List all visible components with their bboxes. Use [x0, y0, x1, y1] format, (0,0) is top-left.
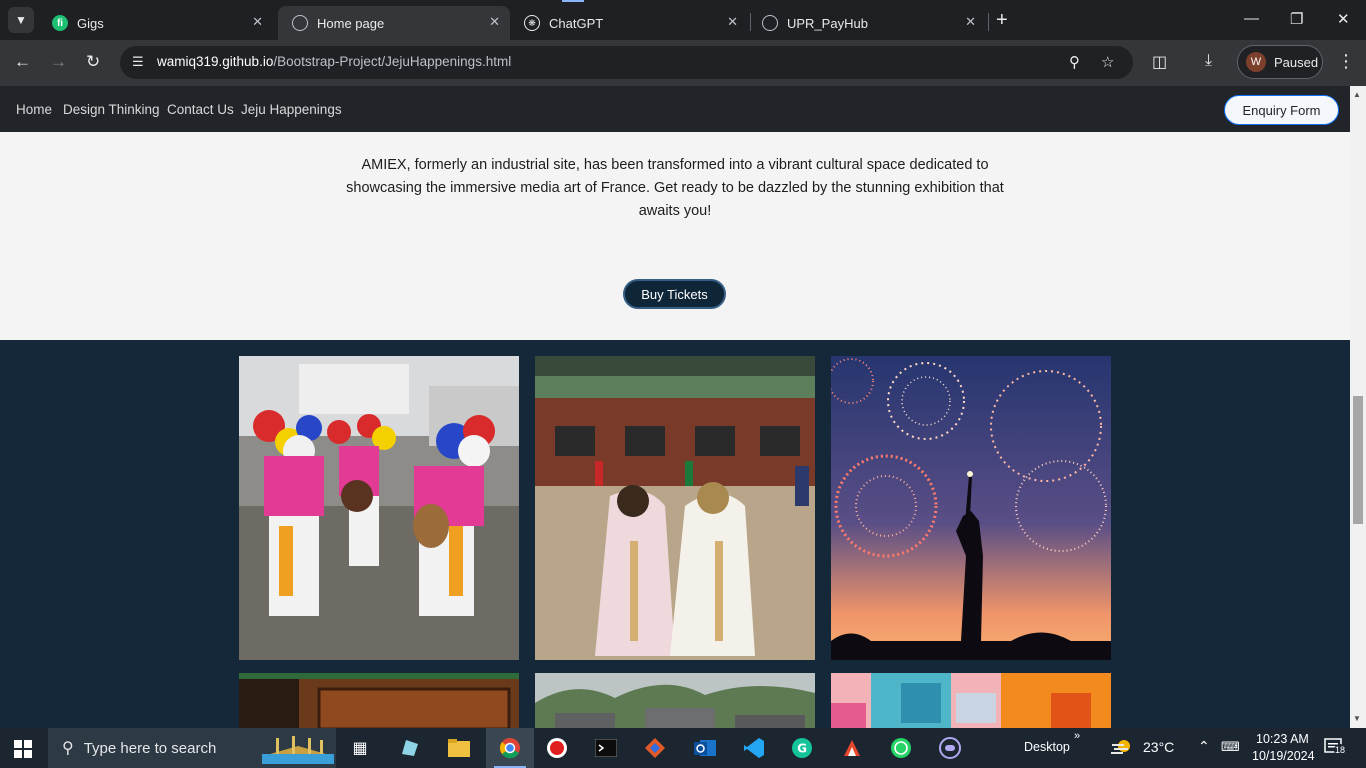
tab-loading-indicator: [562, 0, 584, 2]
bookmark-star-icon[interactable]: ☆: [1101, 53, 1114, 71]
search-icon: ⚲: [62, 740, 74, 757]
nav-link-jeju-happenings[interactable]: Jeju Happenings: [241, 102, 342, 117]
notification-count: 18: [1334, 744, 1346, 756]
scroll-down-arrow-icon[interactable]: ▼: [1353, 714, 1361, 723]
restore-button[interactable]: ❐: [1290, 10, 1303, 28]
toolbar-expand-icon[interactable]: »: [1074, 730, 1080, 742]
zoom-icon[interactable]: ⚲: [1069, 53, 1080, 71]
nav-link-design-thinking[interactable]: Design Thinking: [63, 102, 160, 117]
nav-link-home[interactable]: Home: [16, 102, 52, 117]
fiverr-icon: fi: [52, 15, 68, 31]
site-settings-icon[interactable]: ☰: [132, 54, 144, 70]
gallery-image-fireworks[interactable]: [831, 356, 1111, 660]
url-path: /Bootstrap-Project/JejuHappenings.html: [273, 54, 512, 69]
gallery-image-dancers[interactable]: [239, 356, 519, 660]
profile-button[interactable]: W Paused: [1237, 45, 1323, 79]
taskbar-search[interactable]: ⚲ Type here to search: [48, 728, 336, 768]
tab-chatgpt[interactable]: ❋ ChatGPT ✕: [510, 6, 748, 40]
tab-title: UPR_PayHub: [787, 15, 868, 31]
tab-divider: [988, 13, 989, 31]
scrollbar-thumb[interactable]: [1353, 396, 1363, 524]
weather-icon[interactable]: [1110, 736, 1134, 760]
chrome-icon[interactable]: [498, 736, 522, 760]
search-placeholder: Type here to search: [83, 739, 217, 757]
site-navbar: Home Design Thinking Contact Us Jeju Hap…: [0, 86, 1350, 132]
windows-start-button[interactable]: [14, 740, 32, 763]
photo-gallery: [0, 340, 1350, 728]
gallery-image-palace[interactable]: [535, 356, 815, 660]
buy-tickets-button[interactable]: Buy Tickets: [623, 279, 726, 309]
grammarly-icon[interactable]: G: [790, 736, 814, 760]
outlook-icon[interactable]: [693, 736, 717, 760]
windows-logo-icon: [14, 740, 32, 758]
globe-icon: [292, 15, 308, 31]
git-client-icon[interactable]: [840, 736, 864, 760]
tab-search-button[interactable]: ▼: [8, 7, 34, 33]
vscode-icon[interactable]: [742, 736, 766, 760]
gallery-image-interior[interactable]: [239, 673, 519, 728]
address-bar[interactable]: ☰ wamiq319.github.io/Bootstrap-Project/J…: [120, 46, 1133, 79]
temperature[interactable]: 23°C: [1143, 739, 1174, 755]
url-text[interactable]: wamiq319.github.io/Bootstrap-Project/Jej…: [157, 54, 511, 69]
intro-text: AMIEX, formerly an industrial site, has …: [346, 157, 1004, 219]
gallery-image-lego[interactable]: [831, 673, 1111, 728]
windows-taskbar: ⚲ Type here to search ▦ G Desktop » 23°C…: [0, 728, 1366, 768]
close-tab-icon[interactable]: ✕: [727, 14, 738, 30]
minimize-button[interactable]: —: [1244, 10, 1259, 27]
globe-icon: [762, 15, 778, 31]
tab-home-page[interactable]: Home page ✕: [278, 6, 510, 40]
notes-app-icon[interactable]: [398, 736, 422, 760]
gallery-image-village[interactable]: [535, 673, 815, 728]
avatar: W: [1246, 52, 1266, 72]
menu-icon[interactable]: ⋮: [1337, 51, 1355, 72]
download-icon[interactable]: ⤓: [1205, 52, 1212, 70]
reload-button[interactable]: ↻: [86, 52, 100, 72]
svg-text:G: G: [797, 742, 807, 756]
notification-center-icon[interactable]: 18: [1324, 738, 1346, 756]
close-tab-icon[interactable]: ✕: [252, 14, 263, 30]
scroll-up-arrow-icon[interactable]: ▲: [1353, 90, 1361, 99]
clock-date[interactable]: 10/19/2024: [1252, 749, 1315, 763]
tray-overflow-icon[interactable]: ⌃: [1198, 738, 1210, 755]
new-tab-button[interactable]: +: [996, 10, 1008, 30]
extensions-icon[interactable]: ◫: [1152, 52, 1167, 72]
tab-gigs[interactable]: fi Gigs ✕: [38, 6, 273, 40]
page-scrollbar[interactable]: ▲ ▼: [1350, 86, 1366, 728]
desktop-toolbar-label[interactable]: Desktop: [1024, 740, 1070, 754]
close-tab-icon[interactable]: ✕: [965, 14, 976, 30]
enquiry-form-button[interactable]: Enquiry Form: [1224, 95, 1339, 125]
tab-strip: ▼ fi Gigs ✕ Home page ✕ ❋ ChatGPT ✕ UPR_…: [0, 0, 1366, 40]
file-explorer-icon[interactable]: [447, 736, 471, 760]
tab-title: ChatGPT: [549, 15, 604, 31]
tab-upr-payhub[interactable]: UPR_PayHub ✕: [748, 6, 986, 40]
intro-section: AMIEX, formerly an industrial site, has …: [0, 132, 1350, 340]
game-app-icon[interactable]: [938, 736, 962, 760]
sourcetree-icon[interactable]: [643, 736, 667, 760]
tab-title: Gigs: [77, 15, 104, 31]
task-view-icon[interactable]: ▦: [348, 736, 372, 760]
clock-time[interactable]: 10:23 AM: [1256, 732, 1309, 746]
profile-status: Paused: [1274, 54, 1319, 70]
browser-toolbar: ← → ↻ ☰ wamiq319.github.io/Bootstrap-Pro…: [0, 40, 1366, 86]
search-highlight-icon: [262, 736, 334, 764]
keyboard-icon[interactable]: ⌨: [1221, 739, 1240, 755]
whatsapp-icon[interactable]: [889, 736, 913, 760]
page-viewport: Home Design Thinking Contact Us Jeju Hap…: [0, 86, 1350, 728]
terminal-icon[interactable]: [594, 736, 618, 760]
nav-link-contact-us[interactable]: Contact Us: [167, 102, 234, 117]
chatgpt-icon: ❋: [524, 15, 540, 31]
back-button[interactable]: ←: [14, 52, 31, 72]
record-app-icon[interactable]: [545, 736, 569, 760]
url-host: wamiq319.github.io: [157, 54, 274, 69]
tab-title: Home page: [317, 15, 385, 31]
forward-button[interactable]: →: [50, 52, 67, 72]
close-tab-icon[interactable]: ✕: [489, 14, 500, 30]
close-window-button[interactable]: ✕: [1337, 10, 1350, 28]
